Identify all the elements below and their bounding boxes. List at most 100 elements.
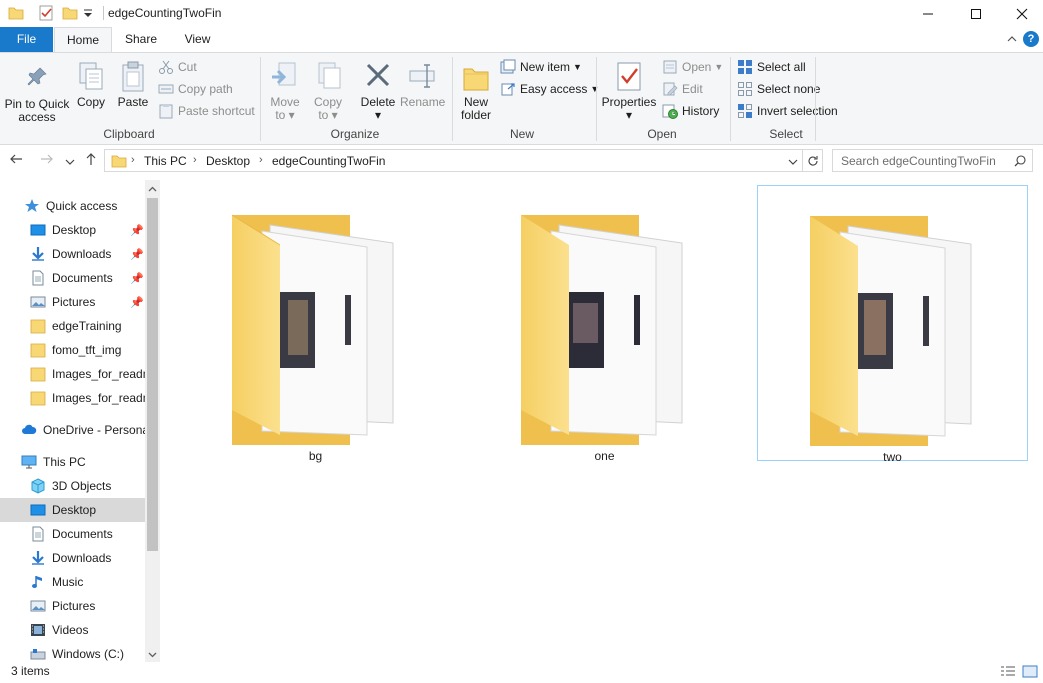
folder-item[interactable]: bg	[180, 185, 451, 463]
nav-label: Pictures	[52, 599, 96, 613]
tab-home[interactable]: Home	[54, 27, 112, 53]
open-group-label: Open	[647, 127, 677, 141]
properties-quick-icon[interactable]	[38, 5, 54, 21]
address-bar[interactable]: › This PC › Desktop › edgeCountingTwoFin	[104, 149, 803, 172]
nav-pc-pictures[interactable]: Pictures	[0, 594, 145, 618]
paste-shortcut-button[interactable]: Paste shortcut	[158, 101, 255, 121]
select-all-label: Select all	[757, 60, 806, 74]
invert-selection-button[interactable]: Invert selection	[737, 101, 838, 121]
minimize-button[interactable]	[905, 0, 951, 27]
file-list: bg one two	[160, 180, 1043, 662]
maximize-button[interactable]	[953, 0, 999, 27]
select-none-button[interactable]: Select none	[737, 79, 820, 99]
breadcrumb-current-folder[interactable]: edgeCountingTwoFin	[272, 154, 385, 168]
folder-item-selected[interactable]: two	[757, 185, 1028, 464]
nav-qa-downloads[interactable]: Downloads	[0, 242, 145, 266]
up-arrow-icon	[86, 153, 96, 165]
tab-file[interactable]: File	[0, 27, 53, 52]
paste-icon	[122, 61, 144, 92]
nav-onedrive[interactable]: OneDrive - Persona	[0, 418, 145, 442]
history-button[interactable]: History	[662, 101, 719, 121]
chevron-right-icon[interactable]: ›	[193, 154, 197, 166]
copy-path-button[interactable]: Copy path	[158, 79, 233, 99]
nav-qa-images-readme-1[interactable]: Images_for_readm	[0, 362, 145, 386]
organize-group-label: Organize	[330, 127, 380, 141]
breadcrumb-desktop[interactable]: Desktop	[206, 154, 250, 168]
nav-scrollbar[interactable]	[145, 180, 160, 662]
nav-quick-access[interactable]: Quick access	[0, 194, 145, 218]
cut-button[interactable]: Cut	[158, 57, 197, 77]
recent-locations-button[interactable]	[65, 154, 75, 170]
copy-to-button[interactable]: Copy to ▾	[310, 61, 346, 122]
folder-item[interactable]: one	[469, 185, 740, 463]
nav-pc-documents[interactable]: Documents	[0, 522, 145, 546]
nav-pc-downloads[interactable]: Downloads	[0, 546, 145, 570]
pin-icon: 📌	[130, 273, 144, 285]
close-icon	[1016, 8, 1028, 19]
properties-button[interactable]: Properties ▾	[600, 61, 658, 122]
folder-icon	[30, 390, 46, 406]
paste-button[interactable]: Paste	[116, 61, 150, 109]
properties-icon	[617, 62, 641, 91]
delete-button[interactable]: Delete ▾	[356, 61, 400, 122]
copy-label: Copy	[76, 95, 105, 109]
large-icons-view-icon[interactable]	[1022, 665, 1038, 682]
status-bar: 3 items	[0, 662, 1043, 683]
ribbon-separator	[596, 57, 597, 141]
scroll-down-arrow-icon[interactable]	[148, 648, 157, 662]
breadcrumb-this-pc[interactable]: This PC	[144, 154, 187, 168]
details-view-icon[interactable]	[1000, 665, 1016, 682]
select-group-label: Select	[769, 127, 803, 141]
back-arrow-icon	[10, 154, 22, 164]
nav-qa-edgetraining[interactable]: edgeTraining	[0, 314, 145, 338]
copy-button[interactable]: Copy	[74, 61, 108, 109]
easy-access-icon	[500, 81, 516, 97]
forward-button[interactable]	[40, 152, 54, 169]
open-button[interactable]: Open ▼	[662, 57, 723, 77]
nav-qa-desktop[interactable]: Desktop	[0, 218, 145, 242]
maximize-icon	[971, 8, 981, 19]
nav-qa-fomo[interactable]: fomo_tft_img	[0, 338, 145, 362]
refresh-button[interactable]	[803, 149, 823, 172]
search-input[interactable]: Search edgeCountingTwoFin	[832, 149, 1033, 172]
customize-quick-access-icon[interactable]	[82, 5, 98, 21]
rename-button[interactable]: Rename	[400, 61, 445, 109]
music-note-icon	[30, 574, 46, 590]
back-button[interactable]	[9, 152, 23, 169]
new-folder-label-2: folder	[460, 108, 492, 122]
chevron-right-icon[interactable]: ›	[131, 154, 135, 166]
help-icon[interactable]: ?	[1023, 31, 1039, 47]
nav-qa-documents[interactable]: Documents	[0, 266, 145, 290]
nav-pc-music[interactable]: Music	[0, 570, 145, 594]
select-all-button[interactable]: Select all	[737, 57, 806, 77]
tab-share[interactable]: Share	[113, 27, 169, 52]
tab-view[interactable]: View	[170, 27, 225, 52]
up-button[interactable]	[84, 152, 98, 169]
nav-label: Windows (C:)	[52, 647, 125, 661]
new-item-button[interactable]: New item ▼	[500, 57, 582, 77]
address-history-dropdown[interactable]	[788, 156, 798, 170]
edit-button[interactable]: Edit	[662, 79, 703, 99]
new-folder-quick-icon[interactable]	[62, 5, 78, 21]
move-to-button[interactable]: Move to ▾	[267, 61, 303, 122]
close-button[interactable]	[999, 0, 1043, 27]
nav-this-pc[interactable]: This PC	[0, 450, 145, 474]
nav-pc-3d-objects[interactable]: 3D Objects	[0, 474, 145, 498]
collapse-ribbon-icon[interactable]	[1006, 33, 1018, 45]
move-to-label-2: to ▾	[275, 108, 295, 122]
chevron-right-icon[interactable]: ›	[259, 154, 263, 166]
new-folder-icon	[463, 68, 489, 91]
title-bar: edgeCountingTwoFin	[0, 0, 1043, 27]
scrollbar-thumb[interactable]	[147, 198, 158, 551]
new-folder-button[interactable]: New folder	[456, 61, 496, 122]
nav-pc-desktop[interactable]: Desktop	[0, 498, 145, 522]
nav-pc-videos[interactable]: Videos	[0, 618, 145, 642]
nav-qa-pictures[interactable]: Pictures	[0, 290, 145, 314]
easy-access-button[interactable]: Easy access ▼	[500, 79, 599, 99]
delete-dropdown-icon: ▾	[374, 108, 382, 122]
properties-dropdown-icon: ▾	[625, 108, 633, 122]
nav-qa-images-readme-2[interactable]: Images_for_readm	[0, 386, 145, 410]
scroll-up-arrow-icon[interactable]	[148, 183, 157, 197]
delete-x-icon	[366, 63, 390, 87]
pin-to-quick-access-button[interactable]: Pin to Quick access	[4, 65, 70, 124]
